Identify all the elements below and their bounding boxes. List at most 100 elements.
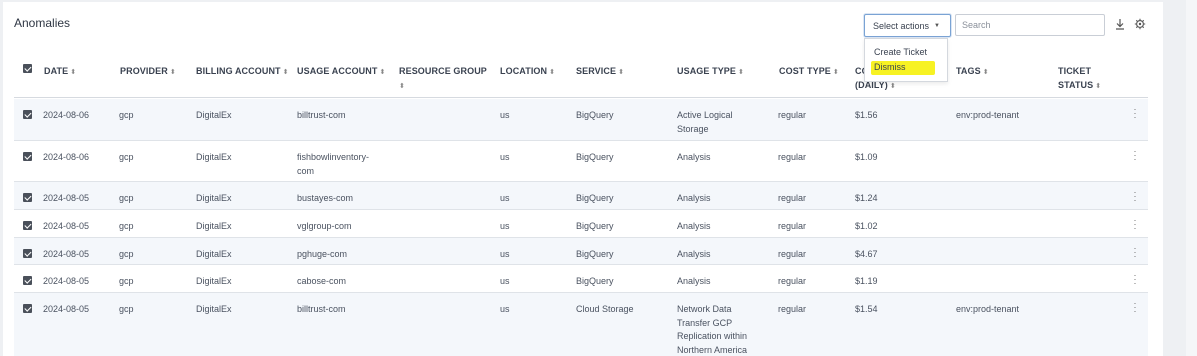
row-checkbox[interactable]: [23, 221, 32, 230]
table-row[interactable]: 2024-08-05 gcp DigitalEx billtrust-com u…: [14, 293, 1148, 356]
cell-billing-account: DigitalEx: [196, 110, 232, 120]
cell-date: 2024-08-05: [43, 276, 90, 286]
page-title: Anomalies: [14, 16, 71, 30]
cell-usage-account: bustayes-com: [297, 193, 354, 203]
row-checkbox[interactable]: [23, 152, 32, 161]
cell-billing-account: DigitalEx: [196, 152, 232, 162]
col-location[interactable]: LOCATION ⬍: [500, 64, 555, 80]
menu-item-dismiss[interactable]: Dismiss: [874, 62, 906, 72]
cell-provider: gcp: [119, 304, 134, 314]
cell-usage-type: Analysis: [677, 249, 711, 259]
cell-provider: gcp: [119, 110, 134, 120]
cell-usage-type: Network Data Transfer GCP Replication with…: [677, 304, 748, 355]
cell-location: us: [500, 152, 510, 162]
col-usage-type[interactable]: USAGE TYPE ⬍: [677, 64, 744, 80]
cell-cost-type: regular: [778, 249, 807, 259]
row-menu-icon[interactable]: · · ·: [1133, 244, 1137, 261]
cell-billing-account: DigitalEx: [196, 221, 232, 231]
cell-service: BigQuery: [576, 249, 614, 259]
cell-cost-type: regular: [778, 276, 807, 286]
col-service[interactable]: SERVICE ⬍: [576, 64, 624, 80]
cell-usage-account: fishbowlinventory-com: [297, 152, 370, 176]
cell-usage-type: Active Logical Storage: [677, 110, 733, 134]
row-checkbox[interactable]: [23, 304, 32, 313]
cell-billing-account: DigitalEx: [196, 304, 232, 314]
cell-provider: gcp: [119, 152, 134, 162]
cell-cost-type: regular: [778, 221, 807, 231]
col-billing-account[interactable]: BILLING ACCOUNT ⬍: [196, 64, 289, 80]
col-provider[interactable]: PROVIDER ⬍: [120, 64, 176, 80]
col-ticket-status[interactable]: TICKET STATUS ⬍: [1058, 64, 1101, 94]
cell-tags: env:prod-tenant: [956, 304, 1020, 314]
col-cost-type[interactable]: COST TYPE ⬍: [779, 64, 839, 80]
cell-usage-account: vglgroup-com: [297, 221, 352, 231]
cell-service: BigQuery: [576, 276, 614, 286]
row-checkbox[interactable]: [23, 249, 32, 258]
cell-usage-account: billtrust-com: [297, 110, 346, 120]
cell-location: us: [500, 221, 510, 231]
cell-service: BigQuery: [576, 110, 614, 120]
cell-date: 2024-08-06: [43, 110, 90, 120]
cell-cost-type: regular: [778, 304, 807, 314]
cell-service: Cloud Storage: [576, 304, 634, 314]
col-tags[interactable]: TAGS ⬍: [956, 64, 989, 80]
row-menu-icon[interactable]: · · ·: [1133, 105, 1137, 122]
table-row[interactable]: 2024-08-05 gcp DigitalEx cabose-com us B…: [14, 265, 1148, 293]
table-row[interactable]: 2024-08-05 gcp DigitalEx pghuge-com us B…: [14, 238, 1148, 265]
row-menu-icon[interactable]: · · ·: [1133, 299, 1137, 316]
row-checkbox[interactable]: [23, 193, 32, 202]
table-row[interactable]: 2024-08-05 gcp DigitalEx bustayes-com us…: [14, 182, 1148, 210]
cell-date: 2024-08-06: [43, 152, 90, 162]
cell-cost: $1.02: [855, 221, 878, 231]
search-input[interactable]: [955, 14, 1105, 36]
cell-provider: gcp: [119, 249, 134, 259]
col-date[interactable]: DATE ⬍: [44, 64, 76, 80]
select-actions-label: Select actions: [873, 20, 930, 31]
page-gutter: [1186, 0, 1197, 356]
table-row[interactable]: 2024-08-06 gcp DigitalEx billtrust-com u…: [14, 99, 1148, 141]
cell-usage-account: billtrust-com: [297, 304, 346, 314]
cell-date: 2024-08-05: [43, 304, 90, 314]
select-all-checkbox[interactable]: [23, 64, 32, 73]
col-resource-group[interactable]: RESOURCE GROUP ⬍: [399, 64, 489, 94]
cell-cost-type: regular: [778, 193, 807, 203]
select-actions-dropdown[interactable]: Select actions ▼: [864, 14, 951, 37]
table-row[interactable]: 2024-08-06 gcp DigitalEx fishbowlinvento…: [14, 141, 1148, 182]
cell-cost: $1.19: [855, 276, 878, 286]
cell-date: 2024-08-05: [43, 193, 90, 203]
cell-location: us: [500, 304, 510, 314]
cell-cost: $4.67: [855, 249, 878, 259]
cell-usage-type: Analysis: [677, 276, 711, 286]
gear-icon[interactable]: [1134, 17, 1146, 31]
row-menu-icon[interactable]: · · ·: [1133, 271, 1137, 288]
download-icon[interactable]: [1114, 17, 1126, 31]
row-checkbox[interactable]: [23, 276, 32, 285]
cell-billing-account: DigitalEx: [196, 276, 232, 286]
cell-usage-account: cabose-com: [297, 276, 347, 286]
table-row[interactable]: 2024-08-05 gcp DigitalEx vglgroup-com us…: [14, 210, 1148, 238]
menu-item-create-ticket[interactable]: Create Ticket: [874, 47, 927, 57]
cell-usage-type: Analysis: [677, 221, 711, 231]
cell-usage-account: pghuge-com: [297, 249, 348, 259]
cell-date: 2024-08-05: [43, 221, 90, 231]
cell-location: us: [500, 249, 510, 259]
row-menu-icon[interactable]: · · ·: [1133, 188, 1137, 205]
cell-provider: gcp: [119, 221, 134, 231]
cell-billing-account: DigitalEx: [196, 249, 232, 259]
row-menu-icon[interactable]: · · ·: [1133, 216, 1137, 233]
table-header: DATE ⬍ PROVIDER ⬍ BILLING ACCOUNT ⬍ USAGE A…: [14, 56, 1148, 98]
actions-menu: Create Ticket Dismiss: [864, 38, 948, 82]
row-menu-icon[interactable]: · · ·: [1133, 147, 1137, 164]
col-usage-account[interactable]: USAGE ACCOUNT ⬍: [297, 64, 385, 80]
cell-usage-type: Analysis: [677, 193, 711, 203]
cell-usage-type: Analysis: [677, 152, 711, 162]
cell-cost-type: regular: [778, 110, 807, 120]
cell-date: 2024-08-05: [43, 249, 90, 259]
cell-cost: $1.54: [855, 304, 878, 314]
row-checkbox[interactable]: [23, 110, 32, 119]
cell-cost: $1.24: [855, 193, 878, 203]
cell-provider: gcp: [119, 193, 134, 203]
cell-service: BigQuery: [576, 152, 614, 162]
cell-service: BigQuery: [576, 193, 614, 203]
cell-service: BigQuery: [576, 221, 614, 231]
